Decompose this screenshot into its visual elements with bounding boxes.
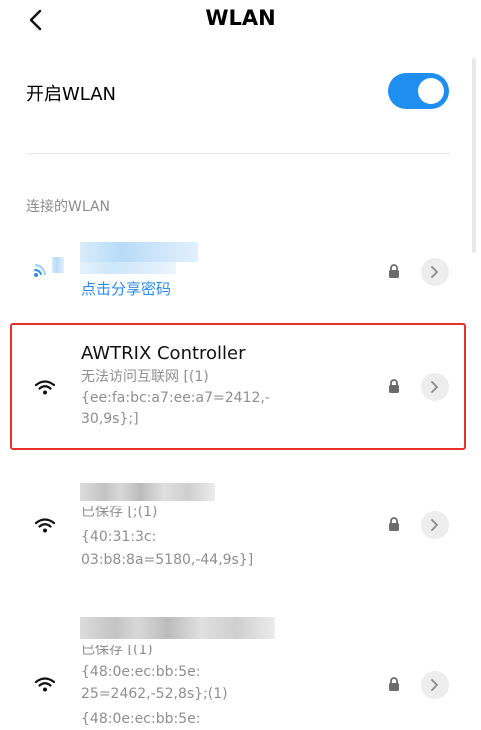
network-name-obscured [80, 483, 215, 501]
network-row-saved-2[interactable]: 已保存 [(1) {48:0e:ec:bb:5e: 25=2462,-52,8s… [0, 615, 481, 727]
wlan-toggle-switch[interactable] [388, 73, 449, 109]
lock-icon [389, 517, 399, 531]
chevron-right-icon [431, 381, 438, 393]
network-status-line: {48:0e:ec:bb:5e: [81, 664, 201, 680]
network-name-obscured [52, 257, 64, 273]
wifi-icon [34, 380, 56, 395]
chevron-right-icon [431, 679, 438, 691]
network-status-line: 已保存 [;(1) [81, 506, 158, 518]
network-name-obscured [80, 262, 176, 274]
wifi-icon [34, 518, 56, 533]
wifi-connecting-icon [34, 264, 46, 277]
wlan-toggle-label: 开启WLAN [26, 84, 117, 105]
page-title: WLAN [205, 6, 276, 30]
network-status-line: 03:b8:8a=5180,-44,9s}] [81, 552, 254, 568]
connected-wlan-section-label: 连接的WLAN [26, 199, 111, 215]
chevron-right-icon [431, 519, 438, 531]
toggle-knob [418, 78, 444, 104]
share-password-link[interactable]: 点击分享密码 [81, 278, 171, 299]
network-status-line: {ee:fa:bc:a7:ee:a7=2412,- [81, 390, 270, 406]
network-status-line: {40:31:3c: [81, 529, 157, 545]
network-name-obscured [80, 617, 275, 639]
lock-icon [389, 677, 399, 691]
network-name-obscured [80, 242, 198, 262]
scrollbar[interactable] [472, 58, 476, 253]
network-detail-button[interactable] [421, 373, 449, 401]
network-name: AWTRIX Controller [81, 343, 246, 364]
network-status-line: 25=2462,-52,8s};(1) [81, 686, 228, 702]
network-status-line: 已保存 [(1) [81, 645, 153, 655]
network-detail-button[interactable] [421, 671, 449, 699]
network-row-connected[interactable]: 点击分享密码 [0, 236, 481, 306]
lock-icon [389, 379, 399, 393]
network-detail-button[interactable] [421, 258, 449, 286]
network-status-line: 无法访问互联网 [(1) [81, 369, 209, 385]
lock-icon [389, 264, 399, 278]
network-status-line: 30,9s};] [81, 411, 139, 427]
wifi-icon [34, 677, 56, 692]
network-row-saved-1[interactable]: 已保存 [;(1) {40:31:3c: 03:b8:8a=5180,-44,9… [0, 478, 481, 578]
divider [26, 153, 450, 154]
chevron-right-icon [431, 266, 438, 278]
network-row-awtrix[interactable]: AWTRIX Controller 无法访问互联网 [(1) {ee:fa:bc… [0, 340, 481, 440]
network-detail-button[interactable] [421, 511, 449, 539]
